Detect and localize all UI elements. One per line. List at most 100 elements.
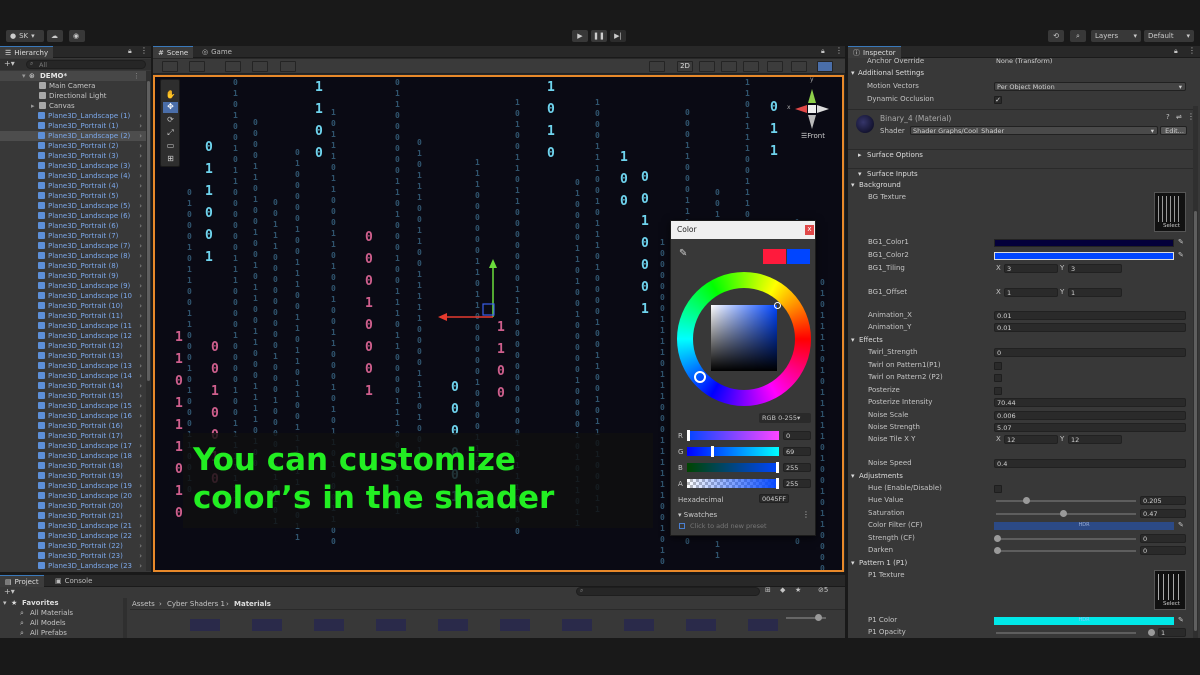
noise-tile-y-input[interactable]: 12 xyxy=(1068,435,1122,444)
filter-label-icon[interactable]: ◆ xyxy=(780,586,785,594)
list-item[interactable]: Plane3D_Portrait (10) › xyxy=(0,301,146,311)
rect-tool-icon[interactable]: ▭ xyxy=(163,141,178,152)
list-item[interactable]: Plane3D_Landscape (6) › xyxy=(0,211,146,221)
anchor-override-field[interactable]: None (Transform) xyxy=(994,57,1184,66)
chevron-right-icon[interactable]: › xyxy=(139,351,142,361)
favorites-header[interactable]: ▾ ★ Favorites xyxy=(0,598,128,608)
shading-mode-button[interactable] xyxy=(649,61,665,72)
tab-console[interactable]: ▣ Console xyxy=(50,575,97,587)
bg-texture-slot[interactable]: Select xyxy=(1154,192,1186,232)
chevron-right-icon[interactable]: › xyxy=(139,431,142,441)
chevron-right-icon[interactable]: › xyxy=(139,211,142,221)
hidden-toggle[interactable] xyxy=(767,61,783,72)
a-slider[interactable] xyxy=(687,478,779,489)
noise-speed-input[interactable]: 0.4 xyxy=(994,459,1186,468)
asset-thumbnails[interactable] xyxy=(190,619,790,631)
background-header[interactable]: ▾ Background xyxy=(848,180,1194,191)
list-item[interactable]: Plane3D_Portrait (23) › xyxy=(0,551,146,561)
offset-y-input[interactable]: 1 xyxy=(1068,288,1122,297)
list-item[interactable]: Directional Light xyxy=(0,91,146,101)
list-item[interactable]: Plane3D_Portrait (9) › xyxy=(0,271,146,281)
g-input[interactable]: 69 xyxy=(783,447,811,456)
chevron-right-icon[interactable]: › xyxy=(139,391,142,401)
chevron-right-icon[interactable]: › xyxy=(139,551,142,561)
list-item[interactable]: Plane3D_Portrait (7) › xyxy=(0,231,146,241)
chevron-right-icon[interactable]: › xyxy=(139,541,142,551)
more-icon[interactable]: ⋮ xyxy=(835,46,843,55)
chevron-right-icon[interactable]: › xyxy=(139,141,142,151)
hue-value-input[interactable]: 0.205 xyxy=(1140,496,1186,505)
list-item[interactable]: Plane3D_Landscape (17 › xyxy=(0,441,146,451)
list-item[interactable]: Plane3D_Landscape (23 › xyxy=(0,561,146,571)
scrollbar-thumb[interactable] xyxy=(147,81,150,381)
p1-texture-slot[interactable]: Select xyxy=(1154,570,1186,610)
filter-type-icon[interactable]: ⊞ xyxy=(765,586,771,594)
chevron-right-icon[interactable]: › xyxy=(139,461,142,471)
dynamic-occlusion-checkbox[interactable]: ✓ xyxy=(994,96,1002,104)
favorite-item[interactable]: ⌕ All Prefabs xyxy=(0,628,128,638)
chevron-right-icon[interactable]: › xyxy=(139,251,142,261)
twirl-p2-checkbox[interactable] xyxy=(994,374,1002,382)
chevron-right-icon[interactable]: › xyxy=(139,561,142,571)
chevron-right-icon[interactable]: › xyxy=(139,521,142,531)
chevron-right-icon[interactable]: › xyxy=(139,331,142,341)
list-item[interactable]: Plane3D_Landscape (18 › xyxy=(0,451,146,461)
list-item[interactable]: Plane3D_Landscape (14 › xyxy=(0,371,146,381)
chevron-right-icon[interactable]: › xyxy=(139,301,142,311)
posterize-intensity-input[interactable]: 70.44 xyxy=(994,398,1186,407)
list-item[interactable]: Plane3D_Portrait (2) › xyxy=(0,141,146,151)
list-item[interactable]: Plane3D_Landscape (8) › xyxy=(0,251,146,261)
transform-tool-icon[interactable]: ⊞ xyxy=(163,154,178,165)
2d-toggle[interactable]: 2D xyxy=(677,61,693,72)
list-item[interactable]: Plane3D_Portrait (17) › xyxy=(0,431,146,441)
lighting-toggle[interactable] xyxy=(699,61,715,72)
surface-options-header[interactable]: ▸ Surface Options xyxy=(848,149,1194,160)
offset-x-input[interactable]: 1 xyxy=(1004,288,1058,297)
chevron-right-icon[interactable]: › xyxy=(139,321,142,331)
chevron-right-icon[interactable]: › xyxy=(139,381,142,391)
tiling-y-input[interactable]: 3 xyxy=(1068,264,1122,273)
chevron-right-icon[interactable]: › xyxy=(139,311,142,321)
list-item[interactable]: Plane3D_Portrait (20) › xyxy=(0,501,146,511)
edit-shader-button[interactable]: Edit... xyxy=(1160,126,1187,135)
eyedropper-icon[interactable]: ✎ xyxy=(1178,615,1184,626)
chevron-right-icon[interactable]: › xyxy=(139,131,142,141)
play-button[interactable]: ▶ xyxy=(572,30,588,42)
chevron-right-icon[interactable]: › xyxy=(139,341,142,351)
chevron-right-icon[interactable]: › xyxy=(139,231,142,241)
hue-enable-checkbox[interactable] xyxy=(994,485,1002,493)
list-item[interactable]: Plane3D_Landscape (5) › xyxy=(0,201,146,211)
saturation-input[interactable]: 0.47 xyxy=(1140,509,1186,518)
gizmo-label[interactable]: ☰Front xyxy=(801,132,825,140)
list-item[interactable]: Plane3D_Landscape (20 › xyxy=(0,491,146,501)
gizmos-button[interactable] xyxy=(817,61,833,72)
list-item[interactable]: Plane3D_Portrait (22) › xyxy=(0,541,146,551)
draw-mode-button[interactable] xyxy=(162,61,178,72)
list-item[interactable]: Plane3D_Portrait (15) › xyxy=(0,391,146,401)
move-gizmo[interactable] xyxy=(435,257,505,322)
y-cone-icon[interactable] xyxy=(808,89,816,103)
list-item[interactable]: Plane3D_Portrait (6) › xyxy=(0,221,146,231)
b-slider-handle[interactable] xyxy=(776,462,779,473)
r-slider[interactable] xyxy=(687,430,779,441)
chevron-right-icon[interactable]: › xyxy=(139,501,142,511)
hue-value-slider-handle[interactable] xyxy=(1022,497,1030,504)
account-dropdown[interactable]: ● SK ▾ xyxy=(6,30,44,42)
hierarchy-search-input[interactable]: ⌕ All xyxy=(26,60,146,69)
bg1-color2-field[interactable] xyxy=(994,252,1174,260)
list-item[interactable]: Plane3D_Landscape (19 › xyxy=(0,481,146,491)
b-input[interactable]: 255 xyxy=(783,463,811,472)
snap-increment-button[interactable] xyxy=(252,61,268,72)
list-item[interactable]: Plane3D_Portrait (3) › xyxy=(0,151,146,161)
sv-cursor[interactable] xyxy=(774,302,781,309)
tab-scene[interactable]: # Scene xyxy=(153,46,194,58)
more-icon[interactable]: ⋮ xyxy=(1188,46,1196,55)
help-icon[interactable]: ? xyxy=(1166,113,1170,121)
a-input[interactable]: 255 xyxy=(783,479,811,488)
x-arrow-icon[interactable] xyxy=(438,313,447,321)
current-color-swatch[interactable] xyxy=(787,249,810,264)
chevron-right-icon[interactable]: › xyxy=(139,481,142,491)
chevron-right-icon[interactable]: › xyxy=(139,511,142,521)
list-item[interactable]: Plane3D_Landscape (13 › xyxy=(0,361,146,371)
favorites-scrollbar[interactable] xyxy=(123,598,127,638)
